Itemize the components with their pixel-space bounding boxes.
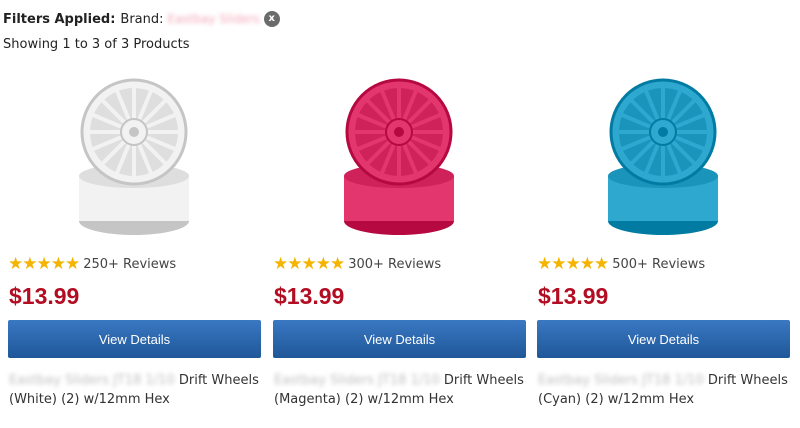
rating: ★★★★★ 500+ Reviews [537, 254, 705, 274]
hub-hole [394, 127, 404, 137]
wheel-image[interactable] [333, 76, 465, 240]
view-details-button[interactable]: View Details [537, 320, 790, 358]
wheel-image[interactable] [68, 76, 200, 240]
price: $13.99 [9, 283, 80, 309]
product-title[interactable]: Eastbay Sliders JT18 1/10 Drift Wheels (… [9, 371, 264, 409]
rating: ★★★★★ 300+ Reviews [273, 254, 441, 274]
remove-filter-icon[interactable]: x [263, 11, 280, 27]
brand-label: Brand: [120, 11, 164, 27]
price: $13.99 [538, 283, 609, 309]
wheel-image[interactable] [597, 76, 729, 240]
view-details-button[interactable]: View Details [273, 320, 526, 358]
rating: ★★★★★ 250+ Reviews [8, 254, 176, 274]
hub-hole [658, 127, 668, 137]
reviews-link[interactable]: 300+ Reviews [348, 257, 441, 272]
results-count: Showing 1 to 3 of 3 Products [3, 37, 190, 52]
star-rating-icon: ★★★★★ [273, 254, 345, 274]
product-title[interactable]: Eastbay Sliders JT18 1/10 Drift Wheels (… [274, 371, 529, 409]
product-brand: Eastbay Sliders JT18 1/10 [274, 373, 440, 388]
view-details-button[interactable]: View Details [8, 320, 261, 358]
filters-label: Filters Applied: [3, 11, 116, 27]
star-rating-icon: ★★★★★ [537, 254, 609, 274]
price: $13.99 [274, 283, 345, 309]
hub-hole [129, 127, 139, 137]
product-title[interactable]: Eastbay Sliders JT18 1/10 Drift Wheels (… [538, 371, 793, 409]
product-card: ★★★★★ 300+ Reviews $13.99 View Details E… [273, 72, 526, 417]
reviews-link[interactable]: 250+ Reviews [83, 257, 176, 272]
star-rating-icon: ★★★★★ [8, 254, 80, 274]
filters-applied: Filters Applied: Brand: Eastbay Sliders … [3, 10, 280, 28]
brand-filter-value[interactable]: Eastbay Sliders [168, 12, 260, 26]
product-brand: Eastbay Sliders JT18 1/10 [9, 373, 175, 388]
reviews-link[interactable]: 500+ Reviews [612, 257, 705, 272]
product-brand: Eastbay Sliders JT18 1/10 [538, 373, 704, 388]
product-card: ★★★★★ 250+ Reviews $13.99 View Details E… [8, 72, 261, 417]
product-card: ★★★★★ 500+ Reviews $13.99 View Details E… [537, 72, 790, 417]
